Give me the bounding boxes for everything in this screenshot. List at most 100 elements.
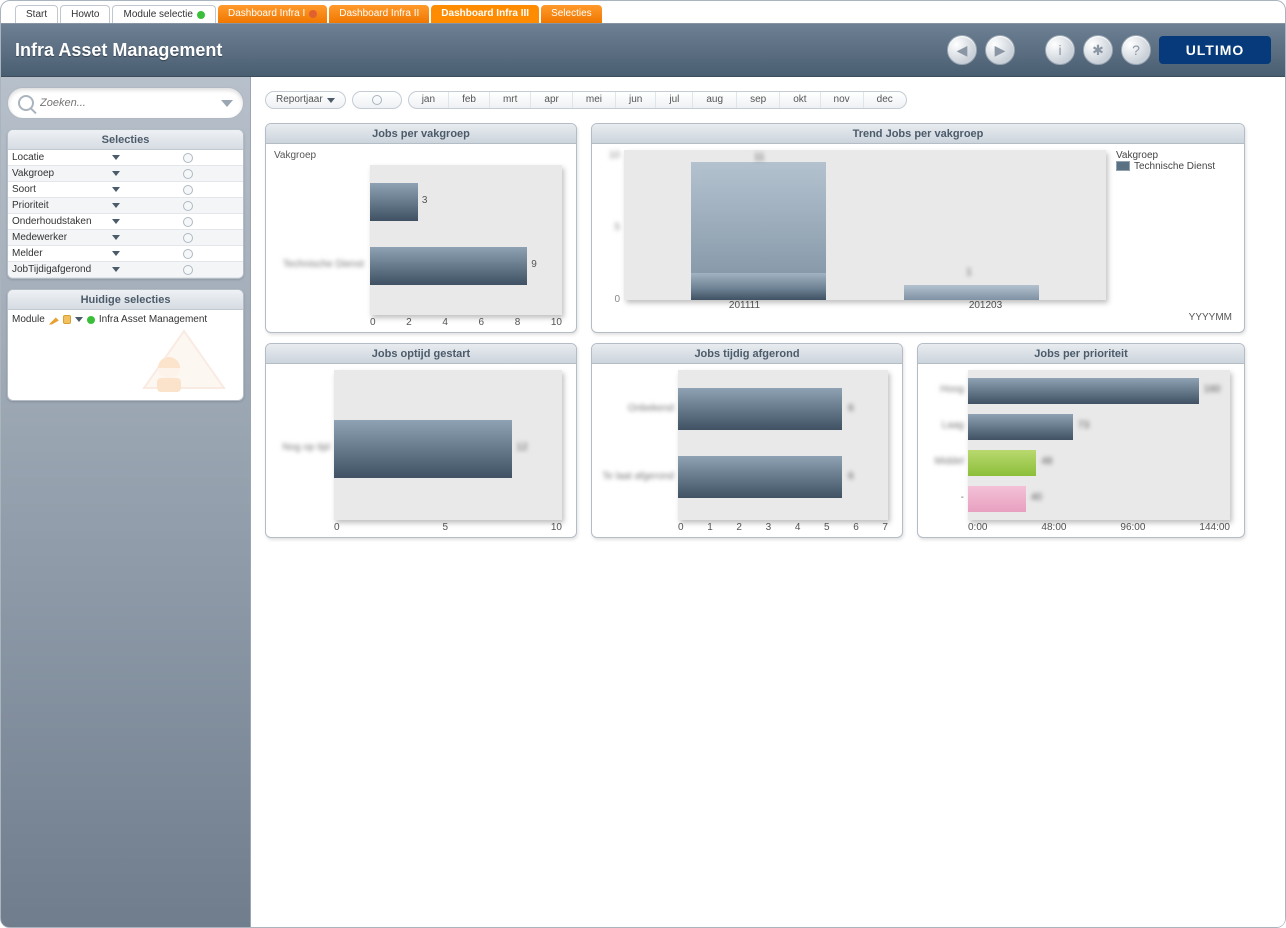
data-label: 3: [422, 195, 428, 206]
tick-label: 0:00: [968, 522, 987, 533]
tick-label: 10: [551, 317, 562, 328]
filter-row: Reportjaar janfebmrtaprmeijunjulaugsepok…: [265, 91, 1275, 109]
month-option[interactable]: apr: [531, 92, 572, 108]
selecties-row[interactable]: Locatie: [8, 150, 243, 166]
clear-icon[interactable]: [183, 153, 193, 163]
selecties-row[interactable]: Onderhoudstaken: [8, 214, 243, 230]
selecties-label: Melder: [12, 248, 112, 259]
chevron-down-icon[interactable]: [112, 235, 120, 240]
clear-icon[interactable]: [183, 265, 193, 275]
month-option[interactable]: mrt: [490, 92, 531, 108]
month-option[interactable]: sep: [737, 92, 780, 108]
clear-icon[interactable]: [183, 169, 193, 179]
chevron-down-icon[interactable]: [112, 171, 120, 176]
tab-selecties[interactable]: Selecties: [541, 5, 602, 23]
chevron-down-icon[interactable]: [75, 317, 83, 322]
current-selection-row[interactable]: Module Infra Asset Management: [12, 314, 239, 325]
search-icon: [18, 95, 34, 111]
settings-button[interactable]: ✱: [1083, 35, 1113, 65]
page-title: Infra Asset Management: [15, 40, 222, 61]
tab-dashboard-infra-3[interactable]: Dashboard Infra III: [431, 5, 539, 23]
data-label: 9: [531, 259, 537, 270]
tab-dashboard-infra-1[interactable]: Dashboard Infra I: [218, 5, 327, 23]
clear-icon[interactable]: [183, 201, 193, 211]
selecties-row[interactable]: Prioriteit: [8, 198, 243, 214]
month-option[interactable]: okt: [780, 92, 820, 108]
selecties-label: Locatie: [12, 152, 112, 163]
category-label: Onbekend: [600, 403, 674, 414]
selecties-label: Onderhoudstaken: [12, 216, 112, 227]
chevron-down-icon[interactable]: [221, 100, 233, 107]
selecties-label: Medewerker: [12, 232, 112, 243]
clear-icon[interactable]: [183, 217, 193, 227]
info-button[interactable]: i: [1045, 35, 1075, 65]
tick-label: 2: [406, 317, 412, 328]
lock-icon[interactable]: [63, 315, 71, 324]
chevron-down-icon[interactable]: [112, 251, 120, 256]
month-option[interactable]: jan: [409, 92, 449, 108]
tick-label: 201111: [624, 300, 865, 311]
pencil-icon[interactable]: [49, 315, 59, 325]
selecties-panel: Selecties Locatie Vakgroep SoortPrioriteit…: [7, 129, 244, 279]
selecties-row[interactable]: Vakgroep: [8, 166, 243, 182]
tab-dashboard-infra-2[interactable]: Dashboard Infra II: [329, 5, 429, 23]
month-option[interactable]: feb: [449, 92, 490, 108]
clear-icon: [372, 95, 382, 105]
month-option[interactable]: jul: [656, 92, 693, 108]
category-label: -: [926, 492, 964, 503]
clear-icon[interactable]: [183, 249, 193, 259]
nav-back-button[interactable]: ◀: [947, 35, 977, 65]
legend-item: Technische Dienst: [1134, 161, 1215, 172]
x-axis: 0246810: [370, 315, 562, 328]
chart-title: Jobs optijd gestart: [266, 344, 576, 364]
tab-module-selectie[interactable]: Module selectie: [112, 5, 215, 23]
chevron-down-icon[interactable]: [112, 203, 120, 208]
search-input[interactable]: [40, 97, 215, 109]
month-option[interactable]: jun: [616, 92, 656, 108]
chart-jobs-per-vakgroep: Jobs per vakgroep Vakgroep 3 9 Technisch…: [265, 123, 577, 333]
tick-label: 4: [795, 522, 801, 533]
data-label: 48: [1041, 456, 1052, 467]
tick-label: 201203: [865, 300, 1106, 311]
month-option[interactable]: aug: [693, 92, 737, 108]
chevron-down-icon[interactable]: [112, 187, 120, 192]
tab-howto[interactable]: Howto: [60, 5, 110, 23]
tick-label: 0: [370, 317, 376, 328]
category-label: Nog op tijd: [274, 442, 330, 453]
tick-label: 5: [442, 522, 448, 533]
nav-forward-button[interactable]: ▶: [985, 35, 1015, 65]
clear-icon[interactable]: [183, 233, 193, 243]
x-axis: 0:0048:0096:00144:00: [968, 520, 1230, 533]
chevron-down-icon[interactable]: [112, 267, 120, 272]
tick-label: 6: [853, 522, 859, 533]
selecties-row[interactable]: Melder: [8, 246, 243, 262]
selecties-label: Vakgroep: [12, 168, 112, 179]
selecties-row[interactable]: JobTijdigafgerond: [8, 262, 243, 278]
month-selector[interactable]: janfebmrtaprmeijunjulaugsepoktnovdec: [408, 91, 907, 109]
chevron-down-icon[interactable]: [112, 155, 120, 160]
selecties-row[interactable]: Soort: [8, 182, 243, 198]
legend-swatch-icon: [1116, 161, 1130, 171]
month-option[interactable]: mei: [573, 92, 616, 108]
panel-header: Selecties: [8, 130, 243, 150]
tick-label: 4: [442, 317, 448, 328]
reportjaar-clear-button[interactable]: [352, 91, 402, 109]
chevron-down-icon[interactable]: [112, 219, 120, 224]
search-box[interactable]: [7, 87, 244, 119]
chart-title: Jobs per vakgroep: [266, 124, 576, 144]
tab-start[interactable]: Start: [15, 5, 58, 23]
huidige-selecties-panel: Huidige selecties Module Infra Asset Man…: [7, 289, 244, 401]
month-option[interactable]: nov: [821, 92, 864, 108]
tick-label: 0: [334, 522, 340, 533]
category-label: Hoog: [926, 384, 964, 395]
help-button[interactable]: ?: [1121, 35, 1151, 65]
chart-title: Trend Jobs per vakgroep: [592, 124, 1244, 144]
data-label: 40: [1031, 492, 1042, 503]
reportjaar-dropdown[interactable]: Reportjaar: [265, 91, 346, 109]
month-option[interactable]: dec: [864, 92, 906, 108]
selecties-row[interactable]: Medewerker: [8, 230, 243, 246]
status-dot-icon: [309, 10, 317, 18]
clear-icon[interactable]: [183, 185, 193, 195]
data-label: 6: [848, 471, 854, 482]
axis-label: YYYYMM: [1116, 312, 1236, 323]
